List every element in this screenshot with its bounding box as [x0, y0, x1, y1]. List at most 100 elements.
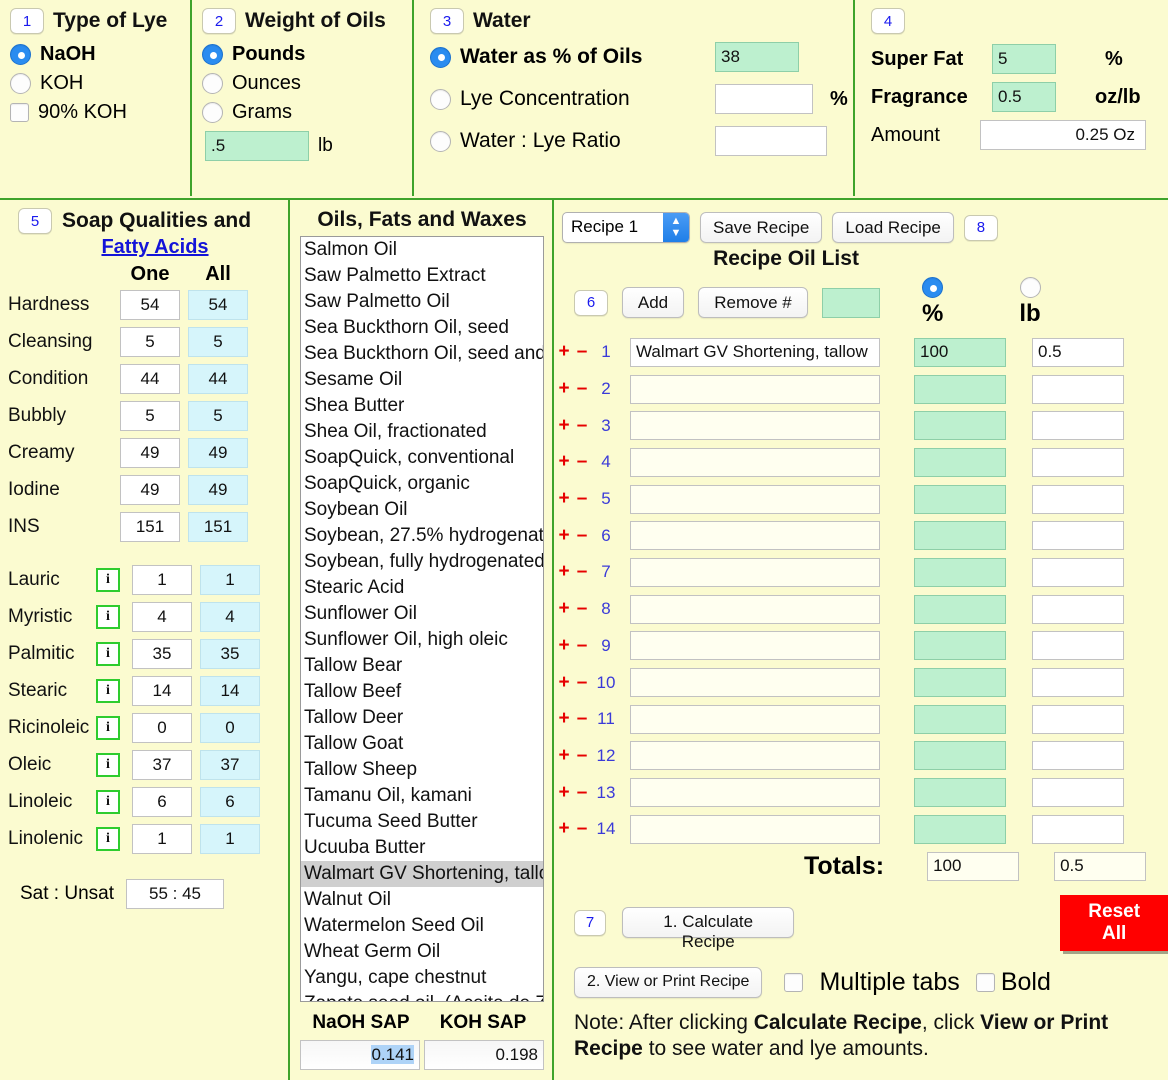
oil-list-item[interactable]: Soybean, 27.5% hydrogenated — [301, 523, 543, 549]
remove-row-icon[interactable]: – — [574, 451, 590, 473]
recipe-oil-weight[interactable] — [1032, 484, 1124, 514]
water-pct-input[interactable] — [715, 42, 799, 72]
oil-list-item[interactable]: SoapQuick, conventional — [301, 445, 543, 471]
recipe-oil-percent[interactable] — [914, 337, 1006, 367]
info-icon[interactable]: i — [96, 752, 120, 777]
fatty-acids-link[interactable]: Fatty Acids — [101, 236, 208, 258]
oil-list-item[interactable]: Stearic Acid — [301, 575, 543, 601]
recipe-oil-weight[interactable] — [1032, 778, 1124, 808]
fragrance-input[interactable] — [992, 82, 1056, 112]
recipe-select[interactable]: Recipe 1 ▲ ▼ — [562, 212, 690, 243]
recipe-oil-weight[interactable] — [1032, 374, 1124, 404]
recipe-oil-name[interactable] — [630, 778, 880, 808]
recipe-oil-weight[interactable] — [1032, 521, 1124, 551]
oil-list-item[interactable]: Tallow Deer — [301, 705, 543, 731]
info-icon[interactable]: i — [96, 604, 120, 629]
radio-koh[interactable] — [10, 73, 31, 94]
recipe-oil-percent[interactable] — [914, 594, 1006, 624]
chevron-up-down-icon[interactable]: ▲ ▼ — [663, 213, 689, 242]
radio-grams[interactable] — [202, 102, 223, 123]
recipe-oil-name[interactable] — [630, 557, 880, 587]
remove-row-icon[interactable]: – — [574, 672, 590, 694]
oils-listbox[interactable]: Salmon Oil Saw Palmetto Extract Saw Palmet… — [300, 236, 544, 1002]
water-lye-ratio-input[interactable] — [715, 126, 827, 156]
oil-list-item[interactable]: Tallow Sheep — [301, 757, 543, 783]
info-icon[interactable]: i — [96, 678, 120, 703]
add-row-icon[interactable]: + — [556, 745, 572, 767]
add-row-icon[interactable]: + — [556, 451, 572, 473]
oil-list-item[interactable]: Tamanu Oil, kamani — [301, 783, 543, 809]
info-icon[interactable]: i — [96, 789, 120, 814]
calculate-recipe-button[interactable]: 1. Calculate Recipe — [622, 907, 795, 951]
recipe-oil-percent[interactable] — [914, 411, 1006, 441]
oil-list-item[interactable]: Walmart GV Shortening, tallow — [301, 861, 543, 887]
remove-index-input[interactable] — [822, 287, 880, 318]
radio-water-lye-ratio[interactable] — [430, 130, 451, 152]
recipe-oil-percent[interactable] — [914, 778, 1006, 808]
recipe-oil-percent[interactable] — [914, 741, 1006, 771]
add-row-icon[interactable]: + — [556, 782, 572, 804]
recipe-oil-name[interactable] — [630, 447, 880, 477]
recipe-oil-weight[interactable] — [1032, 814, 1124, 844]
oil-list-item[interactable]: Walnut Oil — [301, 887, 543, 913]
recipe-oil-weight[interactable] — [1032, 594, 1124, 624]
remove-row-icon[interactable]: – — [574, 782, 590, 804]
oil-list-item[interactable]: Sesame Oil — [301, 367, 543, 393]
recipe-oil-name[interactable] — [630, 668, 880, 698]
oil-list-item[interactable]: SoapQuick, organic — [301, 471, 543, 497]
recipe-oil-percent[interactable] — [914, 814, 1006, 844]
recipe-oil-weight[interactable] — [1032, 337, 1124, 367]
info-icon[interactable]: i — [96, 715, 120, 740]
add-row-icon[interactable]: + — [556, 415, 572, 437]
super-fat-input[interactable] — [992, 44, 1056, 74]
oil-list-item[interactable]: Tucuma Seed Butter — [301, 809, 543, 835]
radio-ounces[interactable] — [202, 73, 223, 94]
recipe-oil-weight[interactable] — [1032, 631, 1124, 661]
recipe-oil-name[interactable] — [630, 521, 880, 551]
recipe-oil-weight[interactable] — [1032, 704, 1124, 734]
recipe-oil-percent[interactable] — [914, 557, 1006, 587]
remove-row-icon[interactable]: – — [574, 415, 590, 437]
oil-list-item[interactable]: Saw Palmetto Oil — [301, 289, 543, 315]
oil-list-item[interactable]: Watermelon Seed Oil — [301, 913, 543, 939]
radio-lye-concentration[interactable] — [430, 88, 451, 110]
oil-list-item[interactable]: Tallow Bear — [301, 653, 543, 679]
add-row-icon[interactable]: + — [556, 818, 572, 840]
recipe-oil-weight[interactable] — [1032, 741, 1124, 771]
remove-row-icon[interactable]: – — [574, 708, 590, 730]
recipe-oil-percent[interactable] — [914, 668, 1006, 698]
recipe-oil-percent[interactable] — [914, 374, 1006, 404]
recipe-oil-name[interactable] — [630, 337, 880, 367]
oil-list-item[interactable]: Tallow Goat — [301, 731, 543, 757]
recipe-oil-name[interactable] — [630, 704, 880, 734]
recipe-oil-name[interactable] — [630, 484, 880, 514]
recipe-oil-name[interactable] — [630, 411, 880, 441]
checkbox-bold[interactable] — [975, 972, 995, 992]
load-recipe-button[interactable]: Load Recipe — [832, 212, 954, 243]
remove-row-icon[interactable]: – — [574, 745, 590, 767]
radio-units-percent[interactable] — [922, 277, 944, 298]
remove-oil-button[interactable]: Remove # — [698, 287, 808, 318]
recipe-oil-percent[interactable] — [914, 484, 1006, 514]
recipe-oil-weight[interactable] — [1032, 668, 1124, 698]
remove-row-icon[interactable]: – — [574, 598, 590, 620]
lye-concentration-input[interactable] — [715, 84, 813, 114]
info-icon[interactable]: i — [96, 826, 120, 851]
radio-naoh[interactable] — [10, 44, 31, 65]
oil-list-item[interactable]: Sea Buckthorn Oil, seed and fruit — [301, 341, 543, 367]
remove-row-icon[interactable]: – — [574, 488, 590, 510]
recipe-oil-percent[interactable] — [914, 521, 1006, 551]
oil-list-item[interactable]: Tallow Beef — [301, 679, 543, 705]
save-recipe-button[interactable]: Save Recipe — [700, 212, 823, 243]
oil-list-item[interactable]: Soybean Oil — [301, 497, 543, 523]
oil-list-item[interactable]: Zapote seed oil, (Aceite de Zapote) — [301, 991, 543, 1001]
oil-list-item[interactable]: Yangu, cape chestnut — [301, 965, 543, 991]
add-row-icon[interactable]: + — [556, 598, 572, 620]
remove-row-icon[interactable]: – — [574, 341, 590, 363]
oil-list-item[interactable]: Saw Palmetto Extract — [301, 263, 543, 289]
radio-water-pct-of-oils[interactable] — [430, 46, 451, 68]
info-icon[interactable]: i — [96, 641, 120, 666]
oil-list-item[interactable]: Sunflower Oil — [301, 601, 543, 627]
radio-pounds[interactable] — [202, 44, 223, 65]
recipe-oil-name[interactable] — [630, 814, 880, 844]
